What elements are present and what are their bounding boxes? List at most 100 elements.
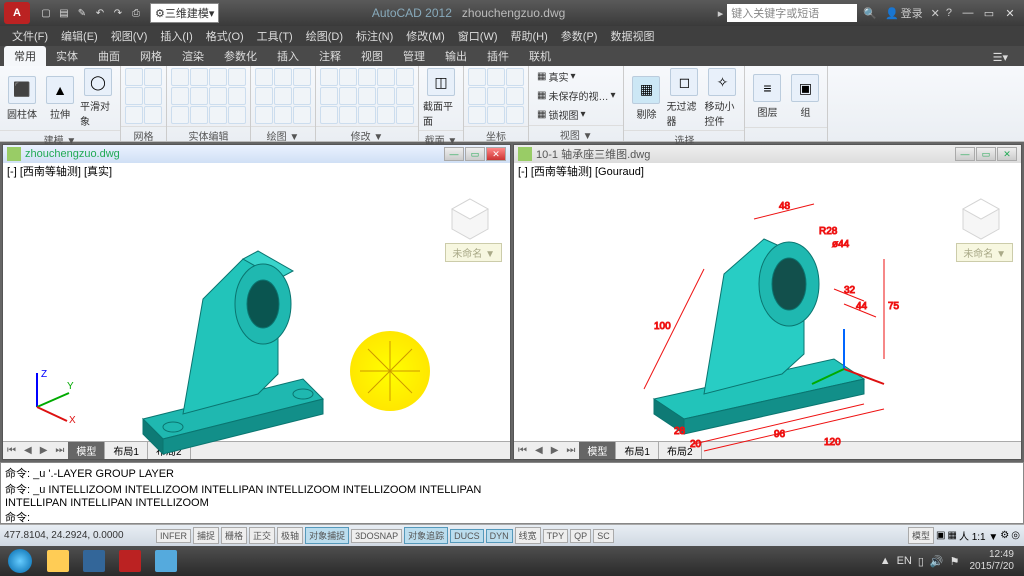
section-plane-button[interactable]: ◫截面平面 [423, 68, 459, 128]
menu-param[interactable]: 参数(P) [555, 28, 604, 44]
modify-tool-icon[interactable] [396, 87, 414, 105]
doc-title-bar[interactable]: zhouchengzuo.dwg — ▭ ✕ [3, 145, 510, 163]
tray-network-icon[interactable]: ▯ [918, 555, 924, 568]
draw-tool-icon[interactable] [293, 106, 311, 124]
modify-tool-icon[interactable] [377, 68, 395, 86]
toggle-dyn[interactable]: DYN [486, 529, 513, 543]
maximize-button[interactable]: ▭ [979, 5, 999, 21]
modify-tool-icon[interactable] [377, 106, 395, 124]
coords-readout[interactable]: 477.8104, 24.2924, 0.0000 [4, 530, 154, 541]
modify-tool-icon[interactable] [320, 87, 338, 105]
status-tool-icon[interactable]: ◎ [1011, 530, 1020, 541]
qat-new-icon[interactable]: ▢ [38, 5, 54, 21]
draw-tool-icon[interactable] [255, 68, 273, 86]
help-icon[interactable]: ▸ [718, 7, 724, 20]
qq-taskbar-icon[interactable] [76, 546, 112, 576]
ucs-tool-icon[interactable] [468, 106, 486, 124]
tray-lang[interactable]: EN [897, 555, 912, 567]
tab-nav-first-icon[interactable]: ⏮ [3, 445, 20, 456]
solidedit-tool-icon[interactable] [171, 68, 189, 86]
tab-view[interactable]: 视图 [351, 46, 393, 66]
nofilter-button[interactable]: ◻无过滤器 [666, 68, 702, 128]
ucs-icon[interactable]: Z Y X [19, 365, 79, 425]
modify-tool-icon[interactable] [339, 68, 357, 86]
smooth-button[interactable]: ◯平滑对象 [80, 68, 116, 128]
menu-insert[interactable]: 插入(I) [154, 28, 198, 44]
tab-plugins[interactable]: 插件 [477, 46, 519, 66]
help-search-input[interactable]: 键入关键字或短语 [727, 4, 857, 22]
ucs-tool-icon[interactable] [468, 87, 486, 105]
model-space-button[interactable]: 模型 [908, 527, 934, 544]
toggle-tpy[interactable]: TPY [543, 529, 569, 543]
toggle-ducs[interactable]: DUCS [450, 529, 484, 543]
modify-tool-icon[interactable] [339, 106, 357, 124]
tab-solid[interactable]: 实体 [46, 46, 88, 66]
tab-output[interactable]: 输出 [435, 46, 477, 66]
tab-online[interactable]: 联机 [519, 46, 561, 66]
search-icon[interactable]: 🔍 [863, 7, 877, 20]
doc-close-button[interactable]: ✕ [486, 147, 506, 161]
tab-nav-prev-icon[interactable]: ◀ [20, 445, 36, 456]
extrude-button[interactable]: ▲拉伸 [42, 76, 78, 121]
tab-model[interactable]: 模型 [68, 442, 105, 459]
toggle-infer[interactable]: INFER [156, 529, 191, 543]
minimize-button[interactable]: — [958, 5, 978, 21]
drawing-canvas[interactable]: 未命名 ▼ [3, 179, 510, 441]
status-tool-icon[interactable]: ⚙ [1000, 530, 1009, 541]
tab-surface[interactable]: 曲面 [88, 46, 130, 66]
drawing-canvas[interactable]: 未命名 ▼ 100 48 96 [514, 179, 1021, 441]
cmd-prompt[interactable]: 命令: [5, 509, 1019, 525]
mesh-tool-icon[interactable] [144, 68, 162, 86]
ucs-tool-icon[interactable] [506, 87, 524, 105]
solidedit-tool-icon[interactable] [209, 87, 227, 105]
viewport-label[interactable]: [-] [西南等轴测] [Gouraud] [514, 163, 1021, 179]
mesh-tool-icon[interactable] [125, 87, 143, 105]
menu-draw[interactable]: 绘图(D) [300, 28, 349, 44]
view-tag[interactable]: 未命名 ▼ [445, 243, 502, 262]
tab-annotate[interactable]: 注释 [309, 46, 351, 66]
mesh-tool-icon[interactable] [144, 106, 162, 124]
menu-help[interactable]: 帮助(H) [505, 28, 554, 44]
qat-print-icon[interactable]: ⎙ [128, 5, 144, 21]
tray-clock[interactable]: 12:49 2015/7/20 [966, 549, 1019, 573]
view-cube[interactable] [446, 195, 494, 243]
ucs-tool-icon[interactable] [468, 68, 486, 86]
signin-label[interactable]: 登录 [901, 5, 923, 21]
tab-nav-next-icon[interactable]: ▶ [36, 445, 52, 456]
toggle-osnap[interactable]: 对象捕捉 [305, 527, 349, 544]
saved-view-dropdown[interactable]: ▦ 未保存的视… ▾ [533, 87, 619, 104]
menu-modify[interactable]: 修改(M) [400, 28, 451, 44]
tab-nav-last-icon[interactable]: ⏭ [562, 445, 579, 456]
qat-save-icon[interactable]: ✎ [74, 5, 90, 21]
solidedit-tool-icon[interactable] [171, 87, 189, 105]
solidedit-tool-icon[interactable] [209, 68, 227, 86]
menu-tools[interactable]: 工具(T) [251, 28, 299, 44]
ribbon-expand-icon[interactable]: ☰▾ [983, 49, 1018, 66]
menu-window[interactable]: 窗口(W) [452, 28, 504, 44]
lock-view-dropdown[interactable]: ▦ 锁视图 ▾ [533, 106, 589, 123]
tray-expand-icon[interactable]: ▲ [880, 555, 891, 567]
modify-tool-icon[interactable] [396, 68, 414, 86]
view-cube[interactable] [957, 195, 1005, 243]
tab-home[interactable]: 常用 [4, 46, 46, 66]
cull-button[interactable]: ▦剔除 [628, 76, 664, 121]
doc-maximize-button[interactable]: ▭ [465, 147, 485, 161]
solidedit-tool-icon[interactable] [171, 106, 189, 124]
tab-insert[interactable]: 插入 [267, 46, 309, 66]
tab-nav-next-icon[interactable]: ▶ [547, 445, 563, 456]
toggle-polar[interactable]: 极轴 [277, 527, 303, 544]
draw-tool-icon[interactable] [255, 106, 273, 124]
toggle-lwt[interactable]: 线宽 [515, 527, 541, 544]
doc-minimize-button[interactable]: — [955, 147, 975, 161]
toggle-ortho[interactable]: 正交 [249, 527, 275, 544]
view-tag[interactable]: 未命名 ▼ [956, 243, 1013, 262]
modify-tool-icon[interactable] [358, 106, 376, 124]
status-tool-icon[interactable]: ▣ [936, 530, 945, 541]
tab-param[interactable]: 参数化 [214, 46, 267, 66]
tab-nav-first-icon[interactable]: ⏮ [514, 445, 531, 456]
solidedit-tool-icon[interactable] [228, 87, 246, 105]
mesh-tool-icon[interactable] [125, 106, 143, 124]
qat-redo-icon[interactable]: ↷ [110, 5, 126, 21]
draw-tool-icon[interactable] [293, 87, 311, 105]
solidedit-tool-icon[interactable] [228, 68, 246, 86]
